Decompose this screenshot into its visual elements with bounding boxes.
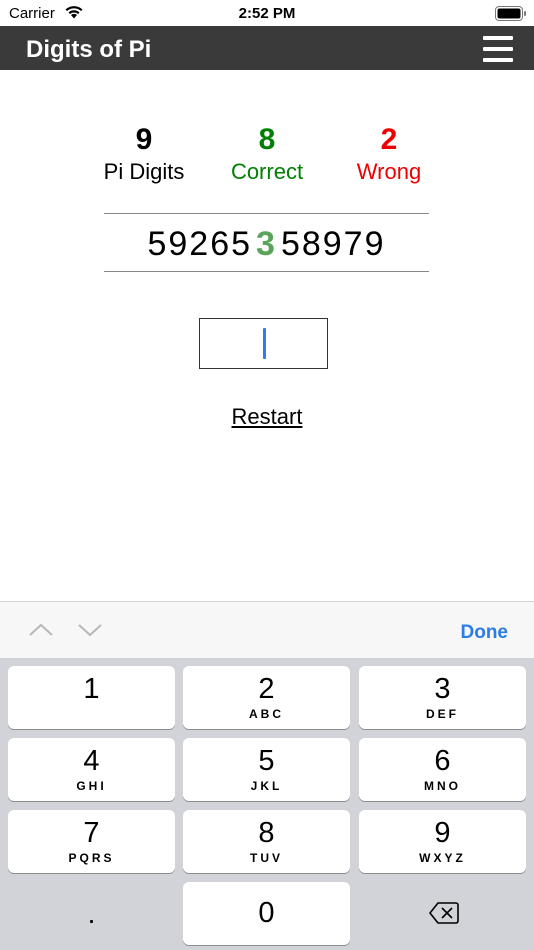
divider-bottom <box>104 271 429 272</box>
numeric-keypad: 1 2 ABC 3 DEF 4 GHI 5 JKL 6 MNO 7 PQRS 8… <box>0 658 534 950</box>
key-letters: GHI <box>76 779 107 793</box>
key-number: 7 <box>83 817 100 849</box>
digit-input[interactable] <box>199 318 328 369</box>
key-number: 4 <box>83 745 100 777</box>
stat-wrong: 2 Wrong <box>319 122 459 186</box>
stat-pi-digits: 9 Pi Digits <box>74 122 214 186</box>
key-letters: MNO <box>424 779 461 793</box>
key-letters: DEF <box>426 707 459 721</box>
key-5[interactable]: 5 JKL <box>183 738 350 801</box>
key-number: 0 <box>258 897 275 929</box>
restart-link[interactable]: Restart <box>0 404 534 430</box>
key-number: 8 <box>258 817 275 849</box>
correct-count: 8 <box>258 123 276 156</box>
battery-icon <box>495 6 526 21</box>
keyboard-accessory-bar: Done <box>0 601 534 658</box>
key-letters: TUV <box>250 851 283 865</box>
page-title: Digits of Pi <box>26 36 152 63</box>
key-2[interactable]: 2 ABC <box>183 666 350 729</box>
key-1[interactable]: 1 <box>8 666 175 729</box>
key-4[interactable]: 4 GHI <box>8 738 175 801</box>
chevron-up-icon[interactable] <box>27 620 55 640</box>
pi-sequence: 59265 3 58979 <box>104 223 429 265</box>
key-decimal-label: . <box>87 898 96 929</box>
key-3[interactable]: 3 DEF <box>359 666 526 729</box>
pi-digits-count: 9 <box>135 123 153 156</box>
key-9[interactable]: 9 WXYZ <box>359 810 526 873</box>
pi-digits-label: Pi Digits <box>103 159 185 184</box>
key-letters: ABC <box>249 707 284 721</box>
backspace-icon <box>429 902 459 924</box>
key-number: 2 <box>258 673 275 705</box>
status-bar: Carrier 2:52 PM <box>0 0 534 26</box>
key-letters: PQRS <box>68 851 115 865</box>
chevron-down-icon[interactable] <box>76 620 104 640</box>
correct-label: Correct <box>230 159 304 184</box>
key-7[interactable]: 7 PQRS <box>8 810 175 873</box>
key-8[interactable]: 8 TUV <box>183 810 350 873</box>
stat-correct: 8 Correct <box>197 122 337 186</box>
done-button[interactable]: Done <box>461 622 509 644</box>
wrong-count: 2 <box>380 123 398 156</box>
key-backspace[interactable] <box>359 882 526 945</box>
key-number: 6 <box>434 745 451 777</box>
key-letters: WXYZ <box>419 851 466 865</box>
key-number: 5 <box>258 745 275 777</box>
key-number: 3 <box>434 673 451 705</box>
key-decimal[interactable]: . <box>8 882 175 945</box>
sequence-after: 58979 <box>280 225 386 263</box>
key-number: 1 <box>83 673 100 705</box>
key-letters: JKL <box>250 779 283 793</box>
sequence-before: 59265 <box>147 225 253 263</box>
nav-bar: Digits of Pi <box>0 26 534 70</box>
key-number: 9 <box>434 817 451 849</box>
text-caret <box>263 328 266 359</box>
hamburger-menu-icon[interactable] <box>483 36 513 62</box>
sequence-current-digit: 3 <box>256 225 277 263</box>
key-6[interactable]: 6 MNO <box>359 738 526 801</box>
status-time: 2:52 PM <box>238 5 296 22</box>
key-0[interactable]: 0 <box>183 882 350 945</box>
wrong-label: Wrong <box>356 159 422 184</box>
divider-top <box>104 213 429 214</box>
